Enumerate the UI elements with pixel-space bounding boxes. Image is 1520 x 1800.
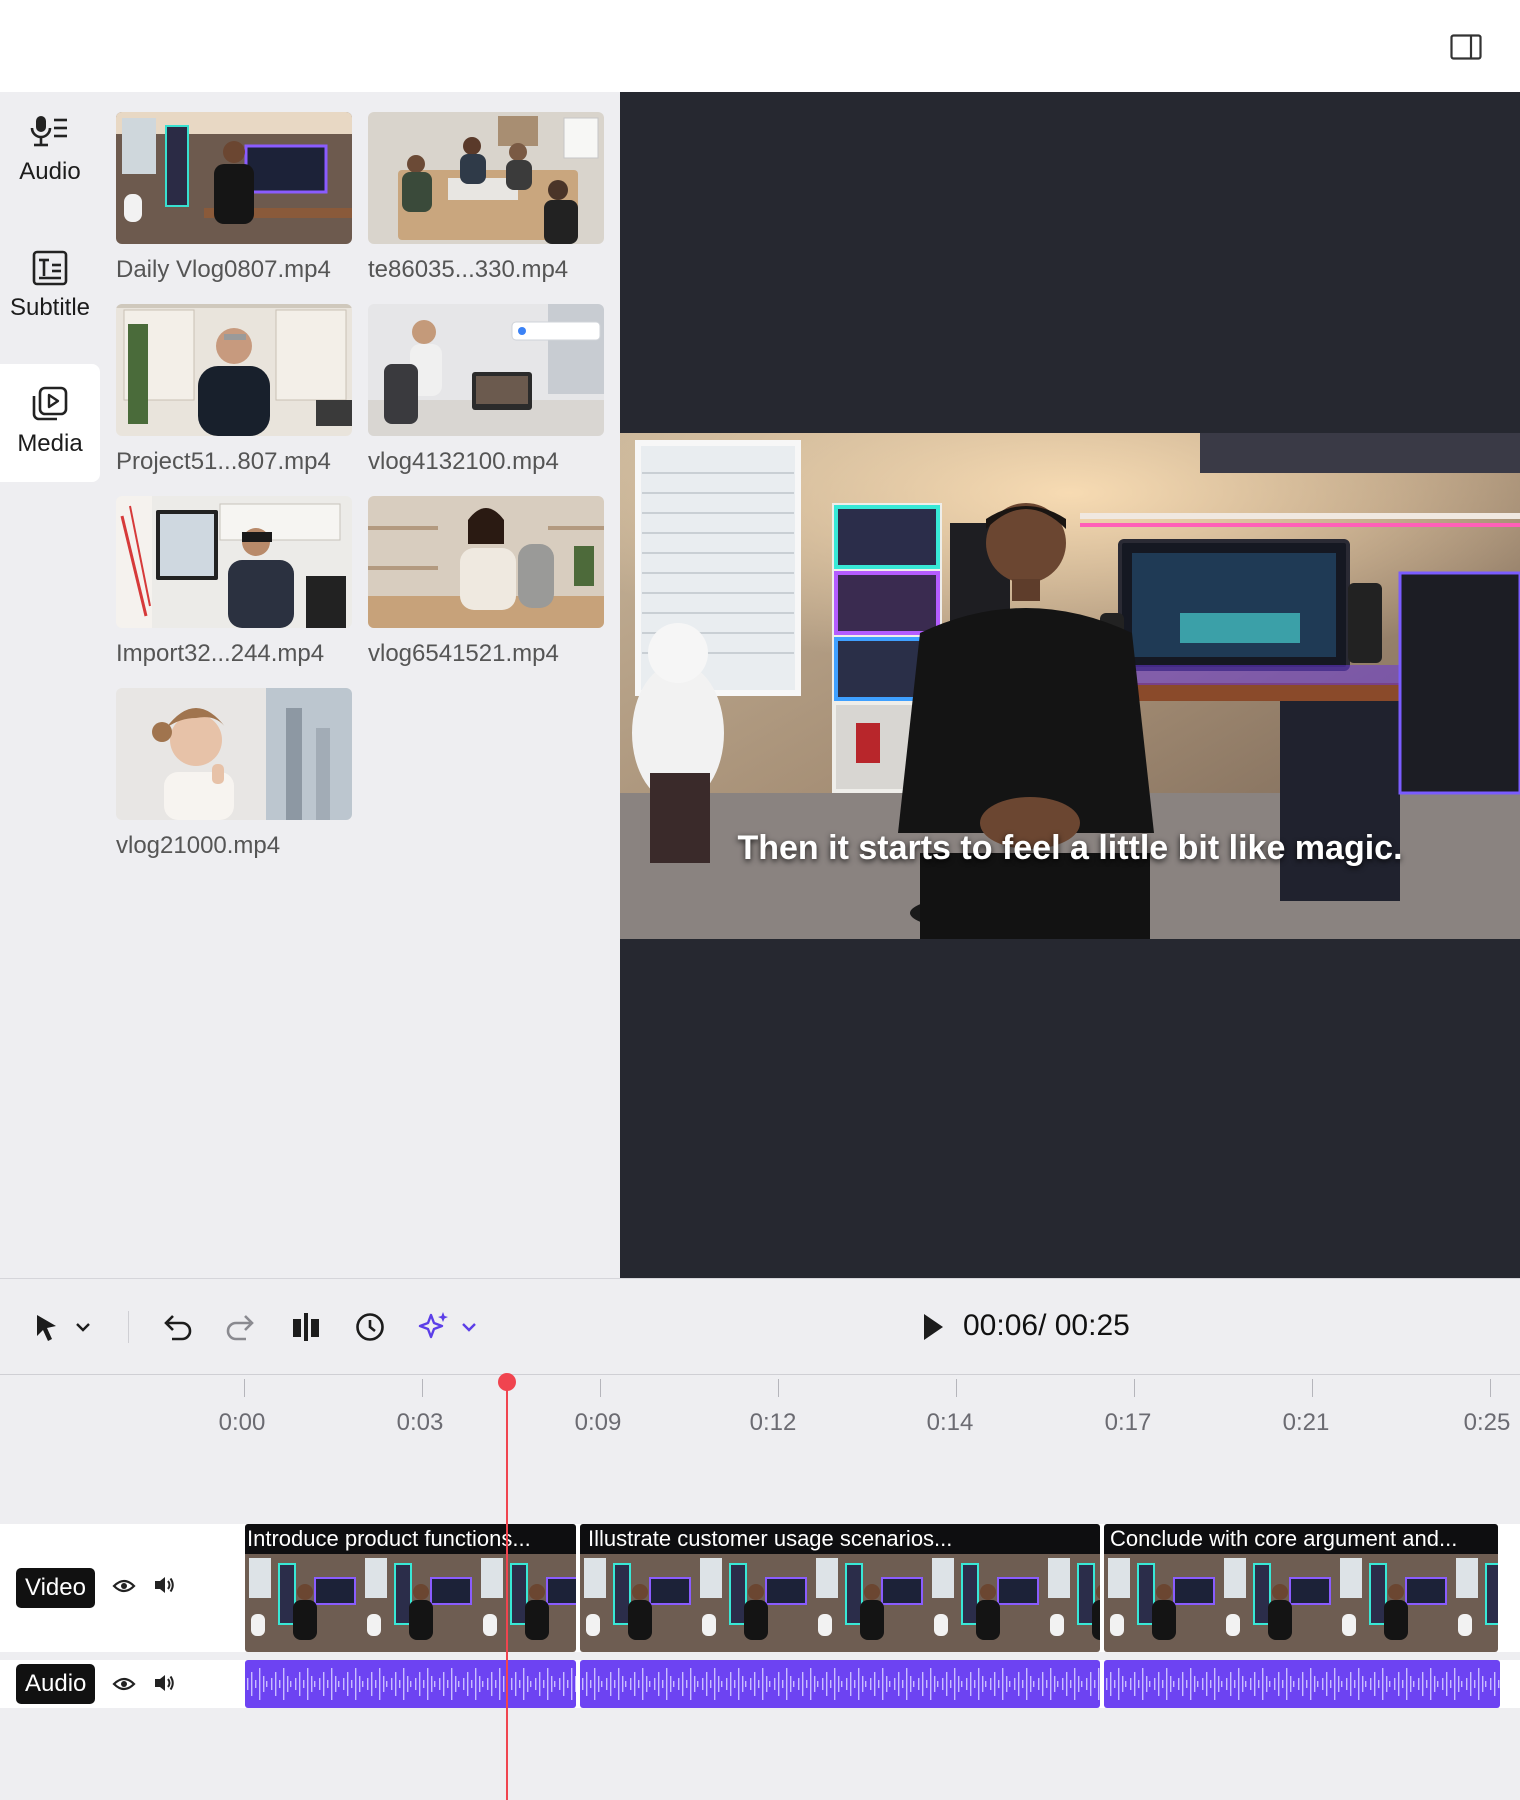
media-play-icon [32, 386, 68, 421]
media-filename: vlog6541521.mp4 [368, 640, 559, 667]
ruler-tick [956, 1379, 957, 1397]
media-thumbnail [116, 112, 352, 244]
volume-icon[interactable] [152, 1574, 176, 1596]
preview-frame: Then it starts to feel a little bit like… [620, 433, 1520, 939]
ruler-label: 0:12 [749, 1409, 797, 1436]
media-filename: vlog4132100.mp4 [368, 448, 559, 475]
ruler-label: 0:03 [396, 1409, 444, 1436]
video-track-header: Video [0, 1524, 245, 1652]
nav-item-audio[interactable]: Audio [0, 92, 100, 210]
media-filename: Daily Vlog0807.mp4 [116, 256, 331, 283]
video-preview[interactable]: Then it starts to feel a little bit like… [620, 92, 1520, 1278]
top-bar [0, 0, 1520, 92]
video-track-label: Video [16, 1568, 95, 1608]
panel-toggle-icon[interactable] [1450, 34, 1482, 60]
ai-options-chevron-icon[interactable] [460, 1319, 478, 1335]
audio-clip[interactable] [1104, 1660, 1500, 1708]
ruler-label: 0:21 [1282, 1409, 1330, 1436]
audio-waveform [580, 1660, 1100, 1708]
nav-item-subtitle[interactable]: Subtitle [0, 228, 100, 346]
eye-icon[interactable] [112, 1576, 136, 1596]
media-thumbnail [116, 304, 352, 436]
eye-icon[interactable] [112, 1674, 136, 1694]
ruler-tick [600, 1379, 601, 1397]
select-arrow-icon[interactable] [34, 1313, 60, 1343]
media-thumbnail [368, 304, 604, 436]
media-thumbnail [116, 688, 352, 820]
ruler-tick [778, 1379, 779, 1397]
video-clip[interactable]: Conclude with core argument and... [1104, 1524, 1498, 1652]
media-library: Daily Vlog0807.mp4 te86035...330.mp4 Pro… [100, 92, 620, 1278]
playhead[interactable] [506, 1383, 508, 1800]
video-clip[interactable]: Introduce product functions... [245, 1524, 576, 1652]
playback-timecode: 00:06/ 00:25 [963, 1309, 1130, 1342]
clip-filmstrip [580, 1554, 1100, 1652]
ruler-tick [1134, 1379, 1135, 1397]
ai-sparkle-icon[interactable] [416, 1309, 452, 1345]
play-icon[interactable] [920, 1311, 946, 1343]
split-icon[interactable] [290, 1311, 322, 1343]
undo-icon[interactable] [160, 1311, 194, 1343]
ruler-tick [422, 1379, 423, 1397]
left-nav: Audio Subtitle Media [0, 92, 100, 1278]
media-thumbnail [116, 496, 352, 628]
audio-clip[interactable] [580, 1660, 1100, 1708]
ruler-label: 0:17 [1104, 1409, 1152, 1436]
volume-icon[interactable] [152, 1672, 176, 1694]
audio-waveform [1104, 1660, 1500, 1708]
audio-clip[interactable] [245, 1660, 576, 1708]
ruler-tick [244, 1379, 245, 1397]
video-clip[interactable]: Illustrate customer usage scenarios... [580, 1524, 1100, 1652]
ruler-label: 0:25 [1463, 1409, 1511, 1436]
media-filename: te86035...330.mp4 [368, 256, 569, 283]
nav-label-media: Media [17, 430, 83, 457]
ruler-label: 0:09 [574, 1409, 622, 1436]
media-thumbnail [368, 496, 604, 628]
ruler-label: 0:00 [218, 1409, 266, 1436]
media-thumbnail [368, 112, 604, 244]
clip-filmstrip [245, 1554, 576, 1652]
video-clip-title: Conclude with core argument and... [1104, 1524, 1498, 1554]
playhead-handle[interactable] [498, 1373, 516, 1391]
video-clip-title: Introduce product functions... [245, 1524, 576, 1554]
audio-track-header: Audio [0, 1660, 245, 1708]
nav-label-subtitle: Subtitle [9, 294, 91, 321]
subtitle-icon [32, 250, 68, 286]
audio-track: Audio [0, 1660, 1520, 1708]
nav-item-media[interactable]: Media [0, 364, 100, 482]
video-editor: Audio Subtitle Media Daily Vlog0807.mp4 … [0, 0, 1520, 1800]
audio-waveform [245, 1660, 576, 1708]
mic-list-icon [30, 116, 67, 147]
redo-icon[interactable] [224, 1311, 258, 1343]
media-filename: vlog21000.mp4 [116, 832, 281, 859]
clip-filmstrip [1104, 1554, 1498, 1652]
audio-track-label: Audio [16, 1664, 96, 1704]
timeline-ruler[interactable]: 0:00 0:03 0:09 0:12 0:14 0:17 0:21 0:25 [0, 1375, 1520, 1525]
chevron-down-icon[interactable] [74, 1319, 92, 1335]
speed-icon[interactable] [354, 1311, 386, 1343]
ruler-tick [1490, 1379, 1491, 1397]
nav-label-audio: Audio [19, 158, 81, 185]
ruler-tick [1312, 1379, 1313, 1397]
media-filename: Import32...244.mp4 [116, 640, 325, 667]
timeline-toolbar: 00:06/ 00:25 [0, 1278, 1520, 1375]
toolbar-divider [128, 1311, 129, 1343]
media-filename: Project51...807.mp4 [116, 448, 331, 475]
subtitle-caption: Then it starts to feel a little bit like… [737, 829, 1403, 867]
video-clip-title: Illustrate customer usage scenarios... [580, 1524, 1100, 1554]
ruler-label: 0:14 [926, 1409, 974, 1436]
video-track: Video Introduce product functions... Ill… [0, 1524, 1520, 1652]
